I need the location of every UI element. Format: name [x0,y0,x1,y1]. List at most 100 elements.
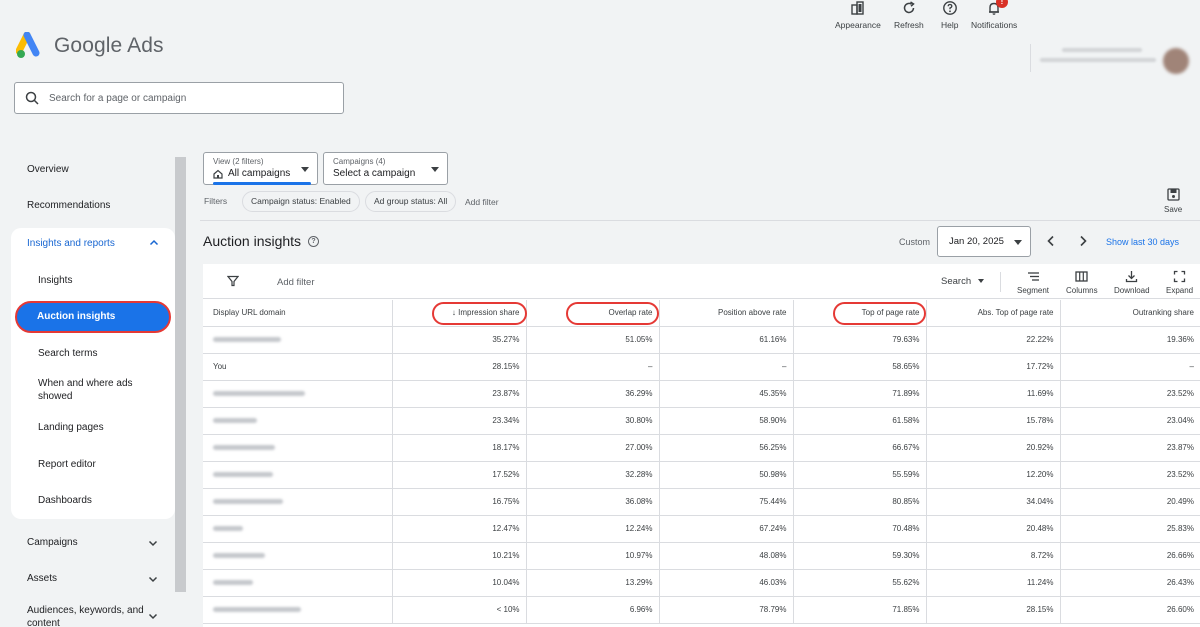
search-input[interactable]: Search for a page or campaign [14,82,344,114]
table-row[interactable]: 17.52% 32.28% 50.98% 55.59% 12.20% 23.52% [203,461,1200,489]
sidebar-item-recommendations[interactable]: Recommendations [27,200,110,211]
table-row[interactable]: 12.47% 12.24% 67.24% 70.48% 20.48% 25.83% [203,515,1200,543]
sidebar-item-audiences-keywords-content[interactable]: Audiences, keywords, and content [27,604,149,627]
column-header-label: Top of page rate [861,308,920,318]
cell-value: 11.69% [926,380,1061,408]
sidebar-item-insights[interactable]: Insights [38,274,72,287]
sidebar-item-when-and-where-ads-showed[interactable]: When and where ads showed [38,377,148,403]
column-header-impression-share[interactable]: ↓ Impression share [392,300,527,327]
column-header-overlap-rate[interactable]: Overlap rate [526,300,660,327]
cell-value: 36.08% [526,488,660,516]
chevron-left-icon[interactable] [1045,235,1057,247]
sidebar-item-assets[interactable]: Assets [27,573,57,584]
table-row[interactable]: < 10% 6.96% 78.79% 71.85% 28.15% 26.60% [203,596,1200,624]
table-row[interactable]: 16.75% 36.08% 75.44% 80.85% 34.04% 20.49% [203,488,1200,516]
table-row[interactable]: 23.87% 36.29% 45.35% 71.89% 11.69% 23.52% [203,380,1200,408]
header-divider [1030,44,1031,72]
caret-down-icon [301,167,309,172]
column-header-label: Impression share [458,308,520,318]
sidebar-item-campaigns[interactable]: Campaigns [27,537,78,548]
notifications-button[interactable]: ! Notifications [971,0,1017,30]
chevron-up-icon[interactable] [149,238,159,248]
cell-value: 16.75% [392,488,527,516]
appearance-button[interactable]: Appearance [835,0,881,30]
save-label: Save [1164,205,1183,214]
page-title-text: Auction insights [203,233,302,249]
cell-value: 55.59% [793,461,927,489]
table-search-dropdown[interactable]: Search [941,276,985,287]
campaign-selector[interactable]: Campaigns (4) Select a campaign [323,152,448,185]
campaign-selector-value: Select a campaign [333,168,416,179]
cell-value: 75.44% [659,488,794,516]
segment-button[interactable]: Segment [1017,270,1049,295]
account-info-redacted[interactable] [1040,48,1158,68]
chevron-down-icon[interactable] [148,574,158,584]
column-header-abs-top-of-page-rate[interactable]: Abs. Top of page rate [926,300,1061,327]
table-row[interactable]: 35.27% 51.05% 61.16% 79.63% 22.22% 19.36% [203,326,1200,354]
view-selector[interactable]: View (2 filters) All campaigns [203,152,318,185]
table-row[interactable]: 10.04% 13.29% 46.03% 55.62% 11.24% 26.43% [203,569,1200,597]
sidebar-item-report-editor[interactable]: Report editor [38,458,96,471]
sidebar-item-search-terms[interactable]: Search terms [38,347,97,360]
cell-value: 26.60% [1060,596,1200,624]
cell-value: 12.47% [392,515,527,543]
campaign-selector-caption: Campaigns (4) [333,157,386,166]
sidebar-item-overview[interactable]: Overview [27,164,69,175]
help-label: Help [941,20,959,30]
save-icon [1166,188,1180,201]
chevron-down-icon[interactable] [148,611,158,621]
filter-chip-campaign-status[interactable]: Campaign status: Enabled [242,191,360,212]
filters-label: Filters [204,196,228,206]
column-header-position-above-rate[interactable]: Position above rate [659,300,794,327]
cell-value: 51.05% [526,326,660,354]
expand-button[interactable]: Expand [1166,270,1193,295]
column-header-domain[interactable]: Display URL domain [203,300,393,327]
top-bar: Google Ads Search for a page or campaign… [0,0,1200,125]
cell-domain [203,380,393,408]
cell-value: 15.78% [926,407,1061,435]
save-button[interactable]: Save [1164,188,1182,214]
google-ads-logo[interactable]: Google Ads [16,32,164,60]
column-header-label: Outranking share [1132,308,1194,318]
filter-chip-ad-group-status[interactable]: Ad group status: All [365,191,457,212]
table-row[interactable]: 18.17% 27.00% 56.25% 66.67% 20.92% 23.87% [203,434,1200,462]
table-row[interactable]: 10.21% 10.97% 48.08% 59.30% 8.72% 26.66% [203,542,1200,570]
chevron-right-icon[interactable] [1077,235,1089,247]
sidebar-scrollbar[interactable] [175,157,186,592]
sidebar-item-landing-pages[interactable]: Landing pages [38,421,104,434]
refresh-button[interactable]: Refresh [894,0,924,30]
appearance-label: Appearance [835,20,881,30]
table-search-label: Search [941,276,972,287]
main-content: View (2 filters) All campaigns Campaigns… [195,140,1200,627]
sort-arrow-icon: ↓ [451,308,456,318]
table-body: 35.27% 51.05% 61.16% 79.63% 22.22% 19.36% You 2… [203,326,1200,624]
cell-value: 67.24% [659,515,794,543]
cell-value: 19.36% [1060,326,1200,354]
table-row[interactable]: 23.34% 30.80% 58.90% 61.58% 15.78% 23.04% [203,407,1200,435]
sidebar-item-auction-insights[interactable]: Auction insights [15,301,171,333]
download-button[interactable]: Download [1114,270,1150,295]
table-row[interactable]: You 28.15% – –58.65% 17.72% – [203,353,1200,381]
cell-value: 18.17% [392,434,527,462]
cell-value: 71.89% [793,380,927,408]
columns-button[interactable]: Columns [1066,270,1098,295]
help-button[interactable]: Help [941,0,958,30]
table-add-filter[interactable]: Add filter [277,277,315,288]
help-circle-icon[interactable]: ? [308,235,320,247]
cell-value: – [659,353,794,381]
sidebar-item-insights-and-reports[interactable]: Insights and reports [27,238,115,249]
chevron-down-icon[interactable] [148,538,158,548]
filter-funnel-icon[interactable] [227,275,239,287]
add-filter-link[interactable]: Add filter [465,197,499,207]
sidebar-item-label: Auction insights [37,311,116,322]
show-last-30-days-link[interactable]: Show last 30 days [1106,237,1179,247]
domain-redacted [213,526,243,532]
column-header-outranking-share[interactable]: Outranking share [1060,300,1200,327]
sidebar-item-dashboards[interactable]: Dashboards [38,494,92,507]
column-header-top-of-page-rate[interactable]: Top of page rate [793,300,927,327]
date-range-picker[interactable]: Jan 20, 2025 [937,226,1031,257]
cell-domain [203,488,393,516]
avatar[interactable] [1163,48,1189,74]
cell-value: 58.65% [793,353,927,381]
domain-redacted [213,472,273,478]
